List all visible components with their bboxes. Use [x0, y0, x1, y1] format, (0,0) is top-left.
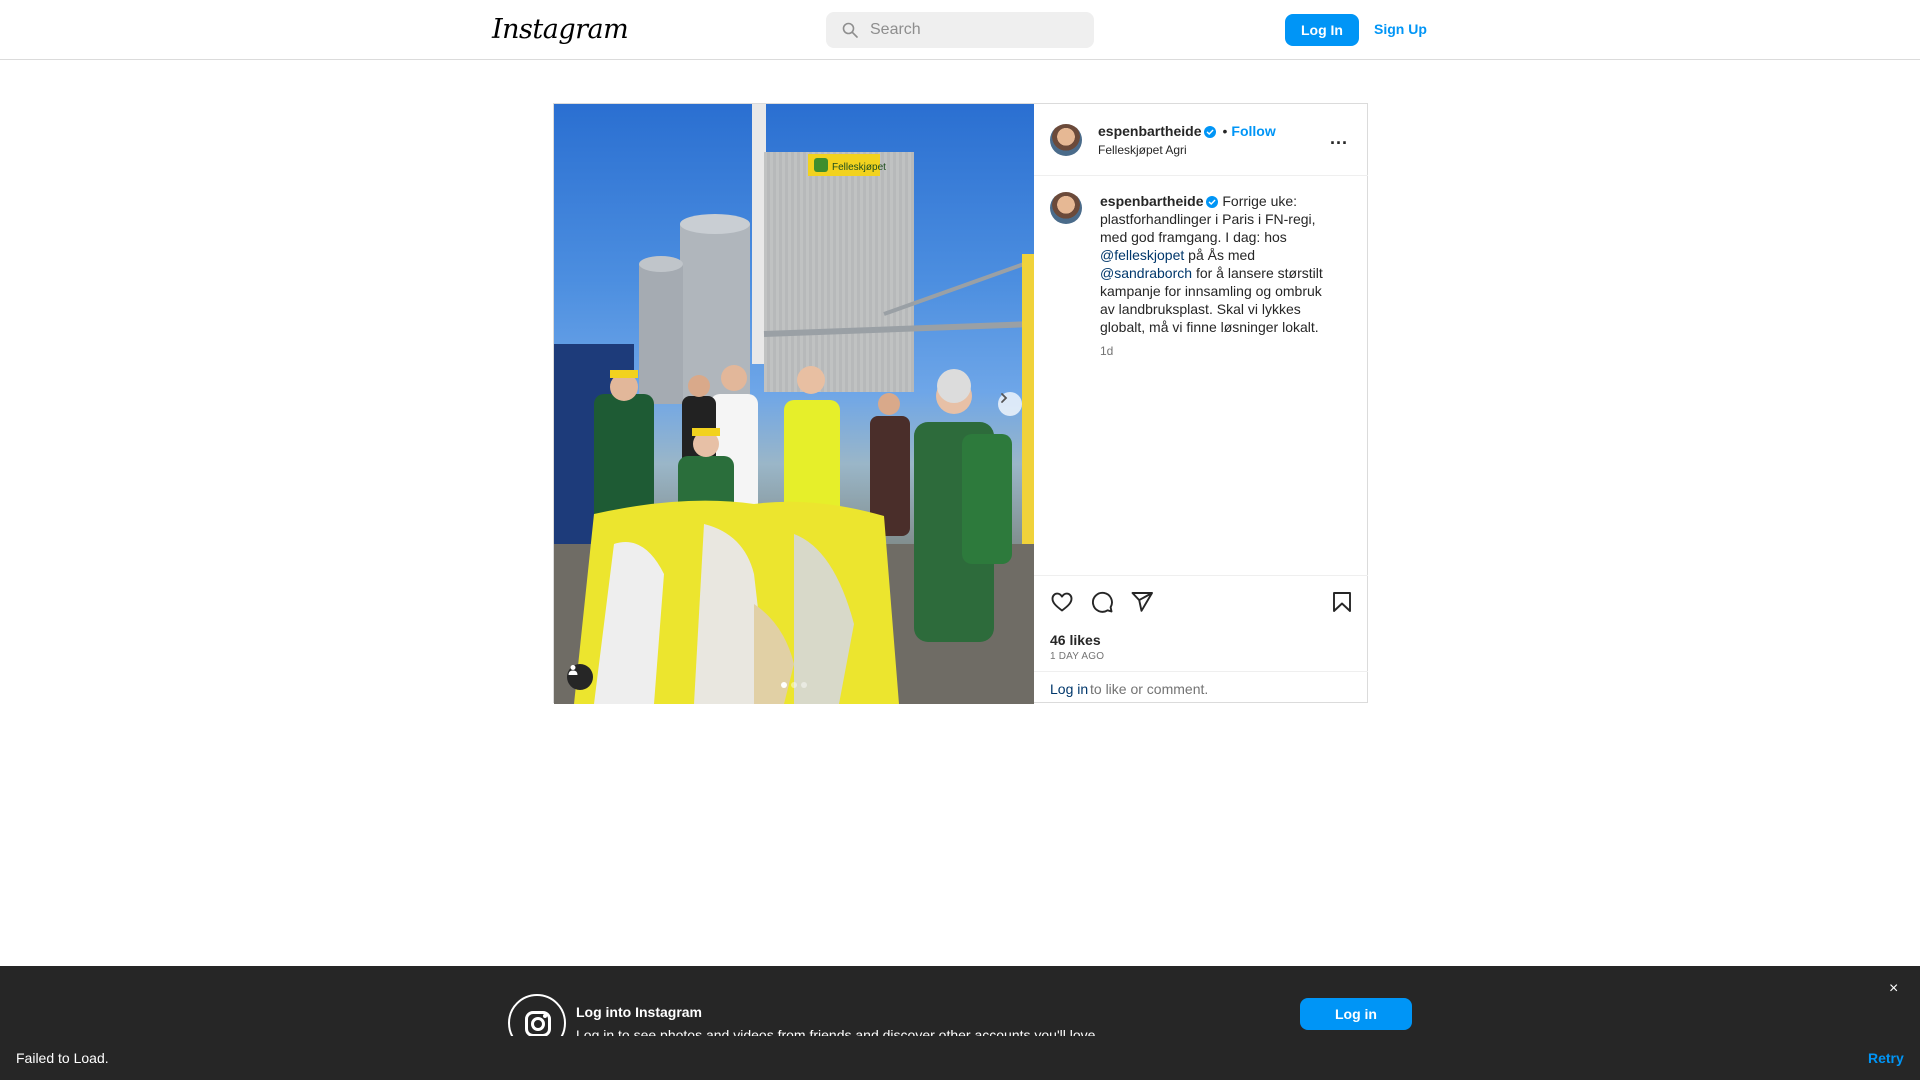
carousel-next-button[interactable] [998, 392, 1022, 416]
login-banner: Log into Instagram Log in to see photos … [0, 966, 1920, 1036]
post-location[interactable]: Felleskjøpet Agri [1098, 143, 1187, 157]
caption-text-2: på Ås med [1188, 247, 1256, 263]
follow-button[interactable]: Follow [1231, 123, 1275, 139]
tagged-users-button[interactable] [567, 664, 593, 690]
comments-section: espenbartheide Forrige uke: plastforhand… [1034, 176, 1368, 575]
carousel-dot [801, 682, 807, 688]
caption-avatar[interactable] [1050, 192, 1082, 224]
comment-prompt: Log in to like or comment. [1034, 671, 1368, 703]
top-navigation: Instagram Log In Sign Up [0, 0, 1920, 60]
sign-text: Felleskjøpet [832, 162, 886, 173]
post-caption: espenbartheide Forrige uke: plastforhand… [1100, 192, 1332, 336]
share-icon[interactable] [1130, 590, 1154, 614]
error-snackbar: Failed to Load. Retry [0, 1036, 1920, 1080]
more-options-icon[interactable]: ... [1330, 128, 1348, 149]
post-image[interactable]: Felleskjøpet [554, 104, 1034, 704]
caption-timestamp[interactable]: 1d [1100, 344, 1113, 358]
search-input[interactable] [870, 12, 1080, 48]
instagram-logo-icon [508, 994, 566, 1036]
chevron-right-icon [1001, 393, 1008, 403]
post-photo: Felleskjøpet [554, 104, 1034, 704]
post-sidebar: espenbartheide • Follow Felleskjøpet Agri … [1034, 104, 1368, 702]
post-actions: 46 likes 1 DAY AGO Log in to like or com… [1034, 575, 1368, 702]
signup-link[interactable]: Sign Up [1374, 21, 1427, 37]
bookmark-icon[interactable] [1330, 590, 1354, 614]
instagram-logo[interactable]: Instagram [492, 14, 629, 45]
carousel-dot [781, 682, 787, 688]
like-count[interactable]: 46 likes [1050, 632, 1101, 648]
search-box[interactable] [826, 12, 1094, 48]
heart-icon[interactable] [1050, 590, 1074, 614]
login-button[interactable]: Log In [1285, 14, 1359, 46]
author-username[interactable]: espenbartheide [1098, 123, 1201, 139]
avatar[interactable] [1050, 124, 1082, 156]
comment-prompt-text: to like or comment. [1090, 681, 1209, 697]
banner-subtitle: Log in to see photos and videos from fri… [576, 1027, 1100, 1036]
carousel-dot [791, 682, 797, 688]
post-timestamp[interactable]: 1 DAY AGO [1050, 651, 1104, 662]
carousel-indicator [781, 682, 807, 688]
mention-link[interactable]: @felleskjopet [1100, 247, 1184, 263]
post-header-user: espenbartheide • Follow [1098, 123, 1276, 139]
comment-login-link[interactable]: Log in [1050, 681, 1088, 697]
comment-icon[interactable] [1090, 590, 1114, 614]
close-icon[interactable]: × [1889, 980, 1898, 998]
search-icon [842, 22, 858, 38]
verified-badge-icon [1206, 196, 1219, 208]
tagged-user-icon [568, 665, 578, 675]
retry-button[interactable]: Retry [1868, 1050, 1904, 1066]
caption-username[interactable]: espenbartheide [1100, 193, 1203, 209]
separator-dot: • [1222, 123, 1228, 139]
snackbar-message: Failed to Load. [16, 1050, 109, 1066]
banner-title: Log into Instagram [576, 1004, 702, 1020]
post-card: Felleskjøpet espenbartheide • Follow Fel… [553, 103, 1368, 704]
banner-login-button[interactable]: Log in [1300, 998, 1412, 1030]
mention-link[interactable]: @sandraborch [1100, 265, 1192, 281]
post-header: espenbartheide • Follow Felleskjøpet Agri … [1034, 104, 1368, 176]
verified-badge-icon [1204, 126, 1217, 138]
